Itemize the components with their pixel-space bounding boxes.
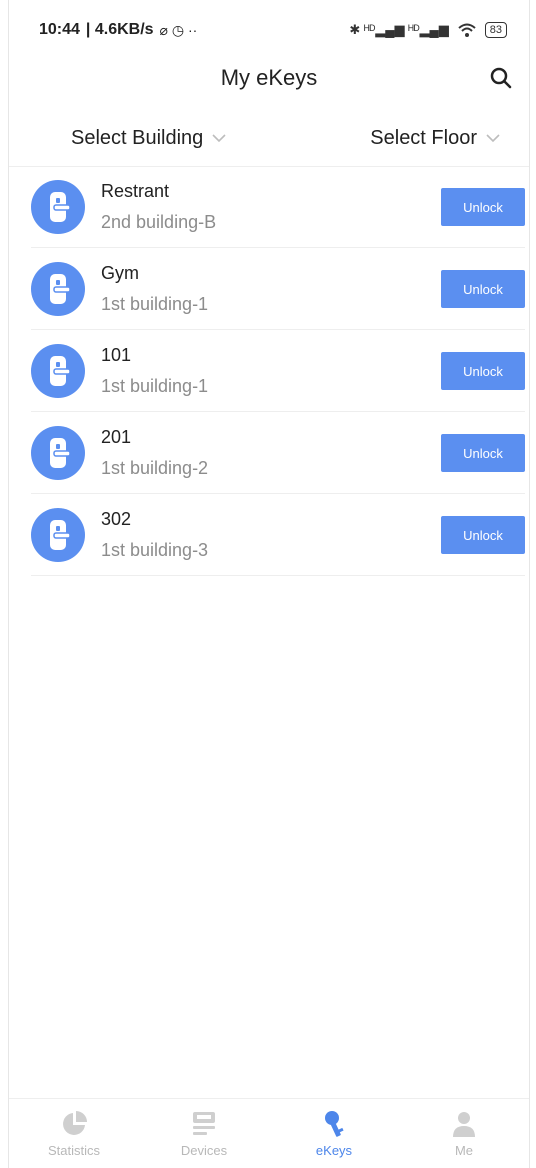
chevron-down-icon	[486, 134, 500, 143]
door-lock-icon	[31, 261, 85, 316]
unlock-button[interactable]: Unlock	[441, 188, 525, 226]
door-lock-icon	[31, 425, 85, 480]
unlock-button[interactable]: Unlock	[441, 434, 525, 472]
tab-label-me: Me	[454, 1143, 474, 1158]
wifi-icon	[458, 23, 476, 37]
select-building-label: Select Building	[71, 126, 204, 149]
tab-me[interactable]: Me	[399, 1099, 529, 1168]
status-left: 10:44 | 4.6KB/s ⌀ ◷ ··	[39, 21, 197, 39]
tab-label-devices: Devices	[180, 1143, 228, 1158]
user-icon	[453, 1112, 475, 1137]
devices-icon	[193, 1112, 215, 1135]
select-floor-dropdown[interactable]: Select Floor	[286, 118, 529, 158]
app-frame: 10:44 | 4.6KB/s ⌀ ◷ ·· ✱ ᴴᴰ▂▄▆ ᴴᴰ▂▄▆ 83 …	[8, 0, 530, 1168]
chevron-down-icon	[212, 134, 226, 143]
tab-ekeys[interactable]: eKeys	[269, 1099, 399, 1168]
ekey-list: Restrant 2nd building-B Unlock Gym 1st b…	[31, 166, 525, 576]
tab-statistics[interactable]: Statistics	[9, 1099, 139, 1168]
select-floor-label: Select Floor	[370, 126, 477, 149]
ekey-row[interactable]: Restrant 2nd building-B Unlock	[31, 166, 525, 248]
door-lock-icon	[31, 343, 85, 398]
status-bar: 10:44 | 4.6KB/s ⌀ ◷ ·· ✱ ᴴᴰ▂▄▆ ᴴᴰ▂▄▆ 83	[39, 18, 507, 42]
key-icon	[325, 1111, 344, 1137]
door-lock-icon	[31, 179, 85, 234]
tab-label-ekeys: eKeys	[315, 1143, 353, 1158]
ekey-row[interactable]: 302 1st building-3 Unlock	[31, 494, 525, 576]
ekey-row[interactable]: 101 1st building-1 Unlock	[31, 330, 525, 412]
bottom-tab-bar: Statistics Devices eKeys Me	[9, 1098, 529, 1168]
tab-label-statistics: Statistics	[47, 1143, 100, 1158]
select-building-dropdown[interactable]: Select Building	[9, 118, 286, 158]
pie-chart-icon	[63, 1111, 87, 1135]
unlock-button[interactable]: Unlock	[441, 352, 525, 390]
page-title: My eKeys	[220, 65, 318, 90]
status-time: 10:44	[39, 21, 80, 38]
unlock-button[interactable]: Unlock	[441, 270, 525, 308]
signal-icon: ✱ ᴴᴰ▂▄▆ ᴴᴰ▂▄▆	[349, 22, 449, 37]
filter-bar: Select Building Select Floor	[9, 118, 529, 158]
search-icon[interactable]	[487, 64, 515, 92]
tab-devices[interactable]: Devices	[139, 1099, 269, 1168]
status-net-speed: | 4.6KB/s	[85, 21, 154, 38]
battery-indicator: 83	[484, 22, 507, 38]
door-lock-icon	[31, 507, 85, 562]
status-extra-icons: ⌀ ◷ ··	[159, 21, 198, 38]
status-right: ✱ ᴴᴰ▂▄▆ ᴴᴰ▂▄▆ 83	[349, 22, 507, 38]
ekey-row[interactable]: Gym 1st building-1 Unlock	[31, 248, 525, 330]
ekey-row[interactable]: 201 1st building-2 Unlock	[31, 412, 525, 494]
top-app-bar: My eKeys	[9, 58, 529, 98]
unlock-button[interactable]: Unlock	[441, 516, 525, 554]
